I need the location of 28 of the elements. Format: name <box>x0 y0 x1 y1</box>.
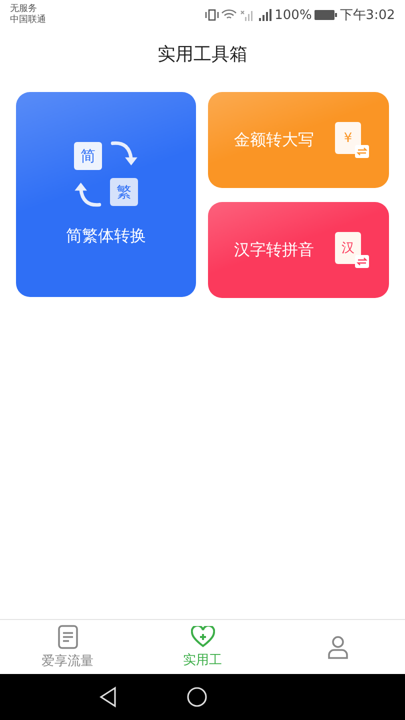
tab-item[interactable]: 爱享流量 <box>0 620 135 674</box>
character-tile: 繁 <box>110 178 138 206</box>
heart-plus-icon <box>190 626 214 648</box>
tool-card[interactable]: 汉字转拼音 汉 <box>208 202 389 298</box>
signal-icon <box>238 9 253 21</box>
back-button[interactable] <box>98 686 118 708</box>
tool-label: 金额转大写 <box>234 130 314 150</box>
home-button[interactable] <box>186 686 208 708</box>
carrier-text: 中国联通 <box>10 15 46 26</box>
document-tile: 汉 <box>335 232 361 264</box>
swap-icon <box>355 255 369 268</box>
character-tile: 简 <box>74 142 102 170</box>
vibrate-icon <box>204 9 219 21</box>
person-icon <box>326 635 348 659</box>
page-title: 实用工具箱 <box>156 43 248 67</box>
carrier-text: 无服务 <box>10 4 38 14</box>
battery-percent: 100% <box>274 8 312 22</box>
swap-icon <box>355 145 369 158</box>
tool-card[interactable]: 金额转大写 ¥ <box>208 92 389 188</box>
battery-icon <box>314 9 338 21</box>
tab-item[interactable]: 实用工 <box>135 620 270 674</box>
document-tile: ¥ <box>335 122 361 154</box>
document-icon <box>58 624 78 648</box>
clock-time: 下午3:02 <box>340 7 395 24</box>
tool-card[interactable]: 简 繁 简繁体转换 <box>16 92 196 297</box>
tool-label: 汉字转拼音 <box>234 240 314 260</box>
tool-label: 简繁体转换 <box>66 226 146 247</box>
wifi-icon <box>220 9 237 21</box>
